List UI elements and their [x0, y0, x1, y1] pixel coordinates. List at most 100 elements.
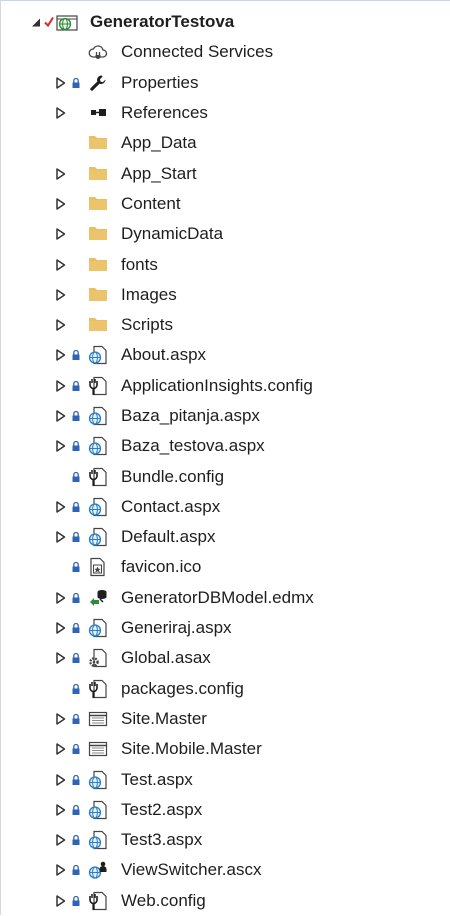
- lock-icon: [72, 77, 80, 88]
- tree-item[interactable]: Test.aspx: [0, 764, 450, 794]
- expand-arrow-icon[interactable]: [55, 712, 66, 725]
- expand-arrow-icon[interactable]: [55, 834, 66, 847]
- lock-icon: [72, 865, 80, 876]
- tree-item[interactable]: Images: [0, 280, 450, 310]
- aspx-page-icon: [88, 406, 108, 426]
- expand-arrow-icon[interactable]: [55, 743, 66, 756]
- ico-file-icon: [88, 557, 108, 577]
- expand-arrow-icon[interactable]: [55, 76, 66, 89]
- tree-item[interactable]: GeneratorDBModel.edmx: [0, 583, 450, 613]
- tree-item[interactable]: Web.config: [0, 886, 450, 916]
- tree-item[interactable]: Scripts: [0, 310, 450, 340]
- folder-icon: [88, 224, 108, 244]
- aspx-page-icon: [88, 830, 108, 850]
- folder-icon: [88, 315, 108, 335]
- expand-arrow-icon[interactable]: [55, 894, 66, 907]
- tree-item[interactable]: Properties: [0, 68, 450, 98]
- tree-item[interactable]: Default.aspx: [0, 522, 450, 552]
- tree-item[interactable]: App_Start: [0, 158, 450, 188]
- expand-arrow-icon[interactable]: [55, 622, 66, 635]
- tree-item-label: Contact.aspx: [121, 496, 221, 516]
- aspx-page-icon: [88, 345, 108, 365]
- expand-arrow-icon[interactable]: [55, 288, 66, 301]
- tree-item[interactable]: favicon.ico: [0, 552, 450, 582]
- tree-item-label: Generiraj.aspx: [121, 618, 232, 638]
- lock-icon: [72, 532, 80, 543]
- folder-icon: [88, 194, 108, 214]
- tree-item[interactable]: Generiraj.aspx: [0, 613, 450, 643]
- top-border: [0, 0, 450, 1]
- expand-arrow-icon[interactable]: [55, 379, 66, 392]
- lock-icon: [72, 501, 80, 512]
- project-label: GeneratorTestova: [90, 12, 235, 32]
- tree-item[interactable]: Baza_pitanja.aspx: [0, 401, 450, 431]
- lock-icon: [72, 380, 80, 391]
- lock-icon: [72, 562, 80, 573]
- tree-item[interactable]: Connected Services: [0, 37, 450, 67]
- tree-item[interactable]: App_Data: [0, 128, 450, 158]
- master-page-icon: [88, 739, 108, 759]
- lock-icon: [72, 622, 80, 634]
- tree-item-label: ViewSwitcher.ascx: [121, 860, 262, 880]
- tree-item[interactable]: Content: [0, 189, 450, 219]
- tree-item-label: Test.aspx: [121, 769, 193, 789]
- config-file-icon: [88, 376, 108, 396]
- tree-item-label: About.aspx: [121, 345, 207, 365]
- expand-arrow-icon[interactable]: [55, 349, 66, 362]
- expand-arrow-icon[interactable]: [55, 531, 66, 544]
- expand-arrow-icon[interactable]: [55, 410, 66, 423]
- tree-item[interactable]: Test3.aspx: [0, 825, 450, 855]
- folder-icon: [88, 133, 108, 153]
- tree-item[interactable]: Site.Master: [0, 704, 450, 734]
- expand-arrow-icon[interactable]: [55, 167, 66, 180]
- tree-item-label: fonts: [121, 254, 158, 274]
- tree-item[interactable]: References: [0, 98, 450, 128]
- project-node[interactable]: GeneratorTestova: [0, 7, 450, 37]
- tree-item-label: Baza_pitanja.aspx: [121, 406, 260, 425]
- tree-item[interactable]: Baza_testova.aspx: [0, 431, 450, 461]
- tree-item[interactable]: Bundle.config: [0, 461, 450, 491]
- expand-arrow-icon[interactable]: [55, 197, 66, 210]
- wrench-icon: [88, 73, 108, 93]
- web-project-icon: [56, 12, 78, 32]
- expand-arrow-icon[interactable]: [55, 773, 66, 786]
- folder-icon: [88, 285, 108, 305]
- tree-item[interactable]: Site.Mobile.Master: [0, 734, 450, 764]
- lock-icon: [72, 774, 80, 785]
- tree-item[interactable]: ViewSwitcher.ascx: [0, 855, 450, 885]
- aspx-page-icon: [88, 497, 108, 517]
- tree-item-label: Test3.aspx: [121, 830, 203, 850]
- expand-arrow-icon[interactable]: [55, 258, 66, 271]
- references-icon: [88, 103, 108, 123]
- expand-arrow-icon[interactable]: [55, 652, 66, 665]
- config-file-icon: [88, 467, 108, 487]
- tree-item[interactable]: fonts: [0, 249, 450, 279]
- tree-item[interactable]: About.aspx: [0, 340, 450, 370]
- expand-arrow-icon[interactable]: [55, 864, 66, 877]
- tree-item[interactable]: packages.config: [0, 674, 450, 704]
- tree-item-label: Web.config: [121, 890, 206, 910]
- tree-item-label: App_Data: [121, 133, 197, 153]
- collapse-arrow-icon[interactable]: [31, 16, 42, 29]
- lock-icon: [72, 895, 80, 906]
- tree-item[interactable]: Global.asax: [0, 643, 450, 673]
- tree-item-label: Site.Mobile.Master: [121, 739, 262, 759]
- expand-arrow-icon[interactable]: [55, 500, 66, 513]
- tree-item[interactable]: ApplicationInsights.config: [0, 371, 450, 401]
- lock-icon: [72, 744, 80, 755]
- edmx-model-icon: [88, 588, 108, 608]
- tree-item-label: Connected Services: [121, 42, 274, 62]
- tree-item-label: Bundle.config: [121, 466, 225, 486]
- tree-item[interactable]: DynamicData: [0, 219, 450, 249]
- expand-arrow-icon[interactable]: [55, 440, 66, 453]
- config-file-icon: [88, 679, 108, 699]
- tree-item[interactable]: Test2.aspx: [0, 795, 450, 825]
- expand-arrow-icon[interactable]: [55, 107, 66, 120]
- tree-item[interactable]: Contact.aspx: [0, 492, 450, 522]
- aspx-page-icon: [88, 527, 108, 547]
- expand-arrow-icon[interactable]: [55, 591, 66, 604]
- expand-arrow-icon[interactable]: [55, 319, 66, 332]
- expand-arrow-icon[interactable]: [55, 803, 66, 816]
- expand-arrow-icon[interactable]: [55, 228, 66, 241]
- aspx-page-icon: [88, 800, 108, 820]
